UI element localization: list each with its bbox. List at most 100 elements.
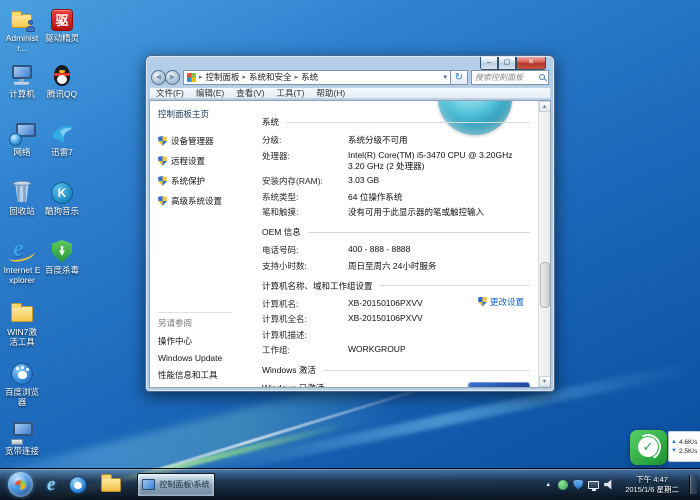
genuine-windows-badge[interactable]: 使用 正版 软件 正版授权 安全 稳定 声誉 <box>468 382 530 387</box>
row-value: XB-20150106PXVV <box>348 298 423 310</box>
menu-view[interactable]: 查看(V) <box>236 87 264 99</box>
tray-volume-icon[interactable] <box>604 479 615 490</box>
desktop-icon-baidu-antivirus[interactable]: 百度杀毒 <box>43 240 81 276</box>
breadcrumb-arrow-icon: ▸ <box>295 73 299 81</box>
breadcrumb-item-control-panel[interactable]: 控制面板 <box>206 71 240 83</box>
tray-expand-icon[interactable]: ▲ <box>545 480 553 490</box>
desktop-icon-broadband[interactable]: 宽带连接 <box>3 421 41 457</box>
desktop-icon-label: 回收站 <box>3 207 41 217</box>
scrollbar-thumb[interactable] <box>540 262 550 308</box>
taskbar: e 控制面板\系统和... ▲ 下午 4:47 2015/1/6 星期二 <box>0 468 700 500</box>
system-control-panel-window: – ▢ ✕ ◀ ▶ ▸ 控制面板 ▸ 系统和安全 ▸ 系统 ▾ ↻ 搜索控制面板… <box>145 55 555 392</box>
desktop-icon-network[interactable]: 网络 <box>3 122 41 158</box>
sidebar-item-system-protection[interactable]: 系统保护 <box>158 175 232 187</box>
menu-file[interactable]: 文件(F) <box>156 87 184 99</box>
desktop-icon-win7-activator[interactable]: WIN7激活工具 <box>3 302 41 347</box>
chevron-down-icon[interactable]: ▾ <box>443 73 447 81</box>
windows-flag-icon <box>15 480 26 490</box>
row-value: 周日至周六 24小时服务 <box>348 260 436 272</box>
row-label: 支持小时数: <box>262 260 348 272</box>
driver-genius-icon: 驱 <box>49 8 75 32</box>
taskbar-explorer[interactable] <box>101 478 121 492</box>
sidebar-item-label: 设备管理器 <box>171 135 214 147</box>
sidebar-item-performance-tools[interactable]: 性能信息和工具 <box>158 369 232 381</box>
clock-time: 下午 4:47 <box>625 475 679 485</box>
sidebar-item-device-manager[interactable]: 设备管理器 <box>158 135 232 147</box>
sidebar-item-advanced-settings[interactable]: 高级系统设置 <box>158 195 232 207</box>
control-panel-icon <box>187 73 196 82</box>
desktop-icon-baidu-browser[interactable]: 百度浏览器 <box>3 362 41 407</box>
sidebar-item-home[interactable]: 控制面板主页 <box>158 108 232 120</box>
uac-shield-icon <box>478 297 487 307</box>
menu-tools[interactable]: 工具(T) <box>277 87 305 99</box>
desktop-icon-internet-explorer[interactable]: e Internet Explorer <box>3 240 41 285</box>
desktop-icon-xunlei[interactable]: 迅雷7 <box>43 122 81 158</box>
desktop-icon-computer[interactable]: 计算机 <box>3 64 41 100</box>
row-value: 400 - 888 - 8888 <box>348 244 410 256</box>
desktop-icon-qq[interactable]: 腾讯QQ <box>43 64 81 100</box>
search-input[interactable]: 搜索控制面板 <box>471 70 549 85</box>
network-icon <box>9 122 35 146</box>
desktop-icon-label: 网络 <box>3 148 41 158</box>
system-window-icon <box>142 479 155 490</box>
close-button[interactable]: ✕ <box>516 57 546 70</box>
computer-icon <box>9 64 35 88</box>
tray-green-status-icon[interactable] <box>558 480 568 490</box>
sidebar-item-windows-update[interactable]: Windows Update <box>158 353 232 363</box>
kugou-icon: K <box>49 181 75 205</box>
desktop-icon-administrator[interactable]: Administr... <box>3 8 41 53</box>
recycle-bin-icon <box>9 181 35 205</box>
xunlei-bird-icon <box>49 122 75 146</box>
download-arrow-icon: ▼ <box>671 448 677 454</box>
show-desktop-button[interactable] <box>689 475 697 494</box>
taskbar-internet-explorer[interactable]: e <box>47 474 55 496</box>
scroll-up-icon[interactable]: ▲ <box>539 101 551 112</box>
back-button[interactable]: ◀ <box>151 70 166 85</box>
speed-widget: ▲4.6K/s ▼2.5K/s <box>630 430 700 465</box>
menu-bar: 文件(F) 编辑(E) 查看(V) 工具(T) 帮助(H) <box>149 87 551 99</box>
sidebar-item-action-center[interactable]: 操作中心 <box>158 335 232 347</box>
breadcrumb-item-system-security[interactable]: 系统和安全 <box>249 71 292 83</box>
scrollbar[interactable]: ▲ ▼ <box>538 101 550 387</box>
caption-buttons: – ▢ ✕ <box>480 57 546 70</box>
task-label: 控制面板\系统和... <box>159 479 210 490</box>
scroll-down-icon[interactable]: ▼ <box>539 376 551 387</box>
change-settings-link[interactable]: 更改设置 <box>478 296 524 308</box>
accelerator-ball[interactable] <box>630 430 667 465</box>
maximize-button[interactable]: ▢ <box>498 57 516 70</box>
desktop-icon-qudongjingling[interactable]: 驱 驱动精灵 <box>43 8 81 44</box>
address-bar: ◀ ▶ ▸ 控制面板 ▸ 系统和安全 ▸ 系统 ▾ ↻ 搜索控制面板 <box>146 68 554 86</box>
tray-shield-icon[interactable] <box>573 480 583 490</box>
refresh-button[interactable]: ↻ <box>451 70 468 85</box>
sidebar-item-remote-settings[interactable]: 远程设置 <box>158 155 232 167</box>
taskbar-baidu-browser[interactable] <box>69 476 87 494</box>
download-speed: 2.5K/s <box>679 448 697 455</box>
qq-penguin-icon <box>49 64 75 88</box>
progress-arc-icon <box>632 431 665 464</box>
tray-network-icon[interactable] <box>588 481 599 489</box>
menu-help[interactable]: 帮助(H) <box>316 87 345 99</box>
rating-link[interactable]: 系统分级不可用 <box>348 134 408 146</box>
baidu-browser-icon <box>9 362 35 386</box>
row-label: 处理器: <box>262 150 348 172</box>
taskbar-task-control-panel[interactable]: 控制面板\系统和... <box>137 473 215 497</box>
desktop-icon-label: 迅雷7 <box>43 148 81 158</box>
forward-button[interactable]: ▶ <box>165 70 180 85</box>
uac-shield-icon <box>158 196 167 206</box>
breadcrumb[interactable]: ▸ 控制面板 ▸ 系统和安全 ▸ 系统 ▾ <box>183 70 451 85</box>
section-computer-name: 计算机名称、域和工作组设置 更改设置 计算机名:XB-20150106PXVV … <box>262 280 530 357</box>
activation-status: Windows 已激活 <box>262 382 460 387</box>
desktop-icon-kugou[interactable]: K 酷狗音乐 <box>43 181 81 217</box>
uac-shield-icon <box>158 136 167 146</box>
row-label: 系统类型: <box>262 191 348 203</box>
start-button[interactable] <box>8 472 33 497</box>
row-label: 计算机描述: <box>262 329 348 341</box>
search-placeholder: 搜索控制面板 <box>475 72 523 83</box>
desktop-icon-recycle-bin[interactable]: 回收站 <box>3 181 41 217</box>
taskbar-clock[interactable]: 下午 4:47 2015/1/6 星期二 <box>620 475 684 494</box>
minimize-button[interactable]: – <box>480 57 498 70</box>
breadcrumb-item-system[interactable]: 系统 <box>301 71 318 83</box>
menu-edit[interactable]: 编辑(E) <box>196 87 224 99</box>
internet-explorer-icon: e <box>47 474 55 495</box>
desktop-icon-label: Internet Explorer <box>3 266 41 285</box>
